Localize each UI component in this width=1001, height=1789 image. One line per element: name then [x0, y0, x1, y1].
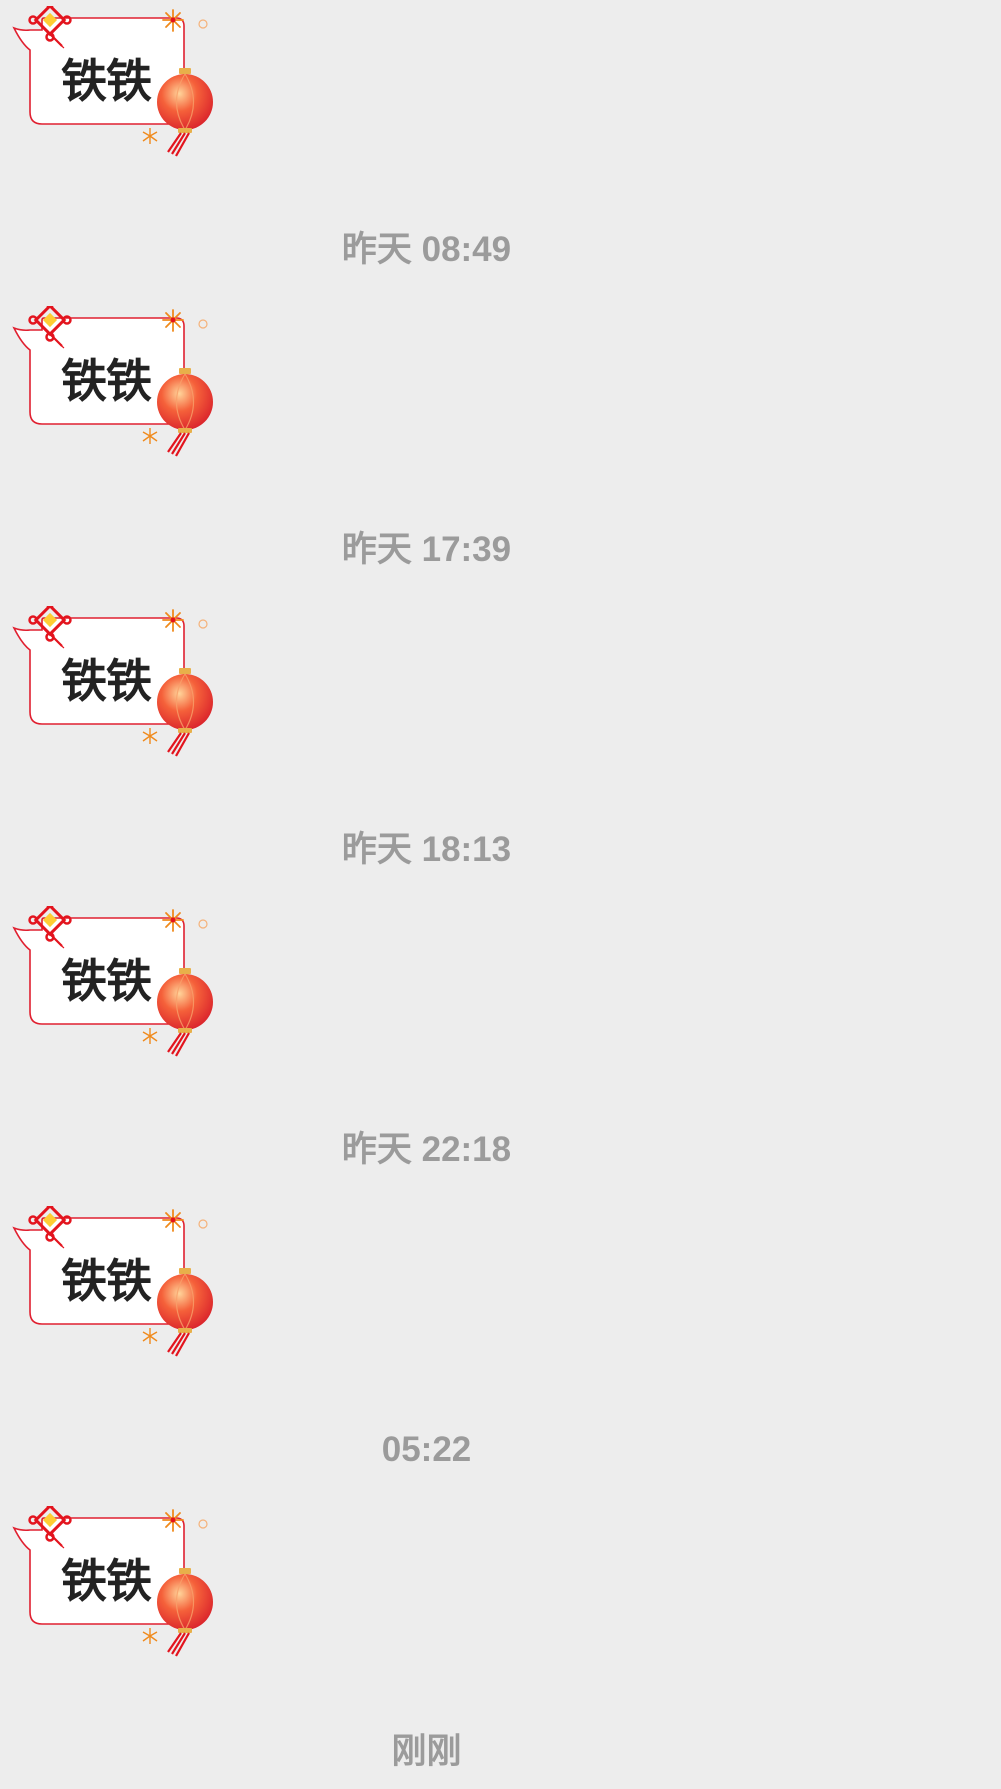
chat-history[interactable]: 铁铁 昨天 08:49 铁铁 昨天 17:39 铁铁 昨天 18:13 铁铁 昨…: [0, 0, 1001, 1789]
sticker-text: 铁铁: [61, 1254, 152, 1308]
sticker-text: 铁铁: [61, 54, 152, 108]
sticker-message[interactable]: 铁铁: [8, 606, 213, 758]
sticker-message[interactable]: 铁铁: [8, 6, 213, 158]
sticker-message[interactable]: 铁铁: [8, 1506, 213, 1658]
timestamp: 昨天 17:39: [341, 530, 512, 569]
timestamp-latest: 刚刚: [391, 1732, 462, 1771]
sticker-text: 铁铁: [61, 954, 152, 1008]
sticker-message[interactable]: 铁铁: [8, 306, 213, 458]
timestamp: 昨天 08:49: [341, 230, 512, 269]
sticker-message[interactable]: 铁铁: [8, 1206, 213, 1358]
sticker-text: 铁铁: [61, 354, 152, 408]
timestamp: 05:22: [381, 1430, 472, 1469]
sticker-message[interactable]: 铁铁: [8, 906, 213, 1058]
sticker-text: 铁铁: [61, 654, 152, 708]
timestamp: 昨天 18:13: [341, 830, 512, 869]
timestamp: 昨天 22:18: [341, 1130, 512, 1169]
sticker-text: 铁铁: [61, 1554, 152, 1608]
